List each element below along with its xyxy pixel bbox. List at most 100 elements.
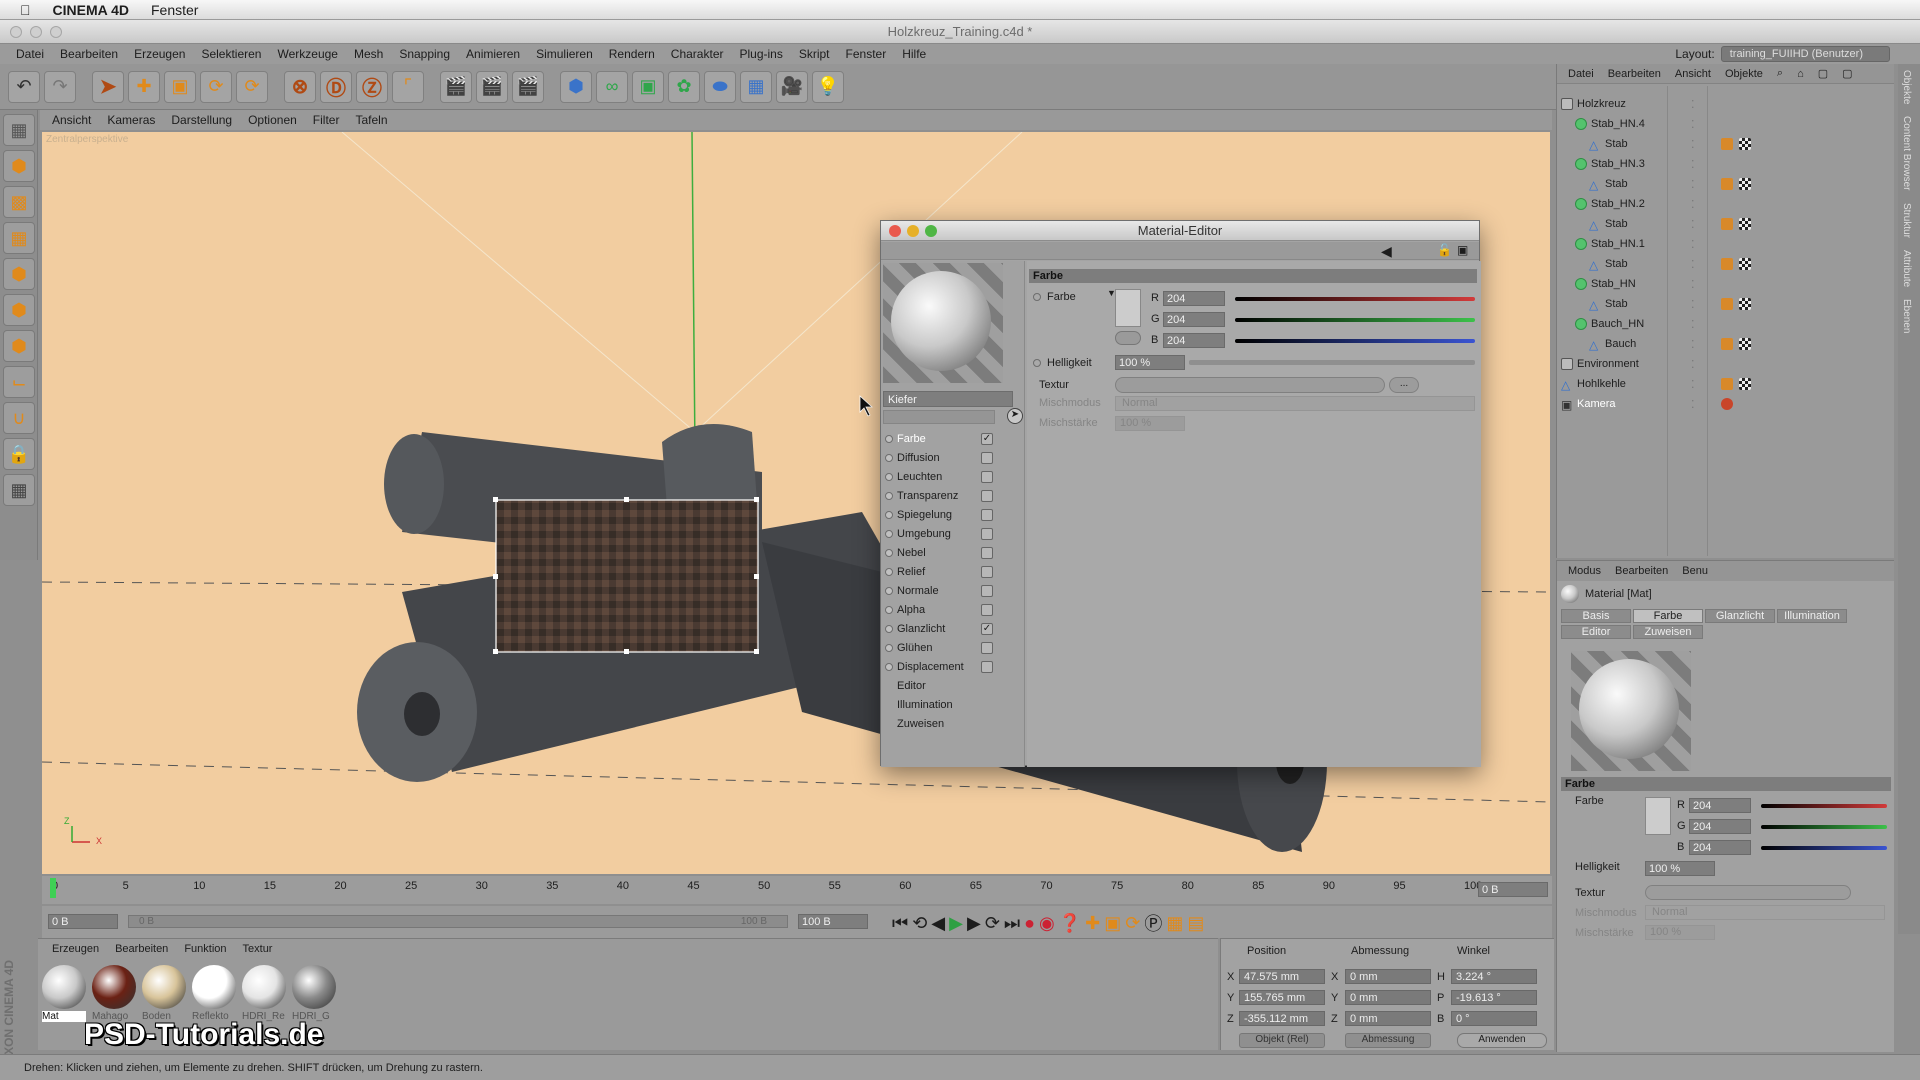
attr-color-swatch[interactable] — [1645, 797, 1671, 835]
attr-r-input[interactable]: 204 — [1689, 798, 1751, 813]
object-row[interactable]: Holzkreuz ⁚ — [1561, 94, 1891, 114]
prev-key-icon[interactable]: ⟲ — [912, 913, 927, 934]
render-settings-icon[interactable]: 🎬 — [512, 70, 544, 103]
object-row[interactable]: △ Bauch ⁚ — [1561, 334, 1891, 354]
coord-mode-dropdown[interactable]: Objekt (Rel) — [1239, 1033, 1325, 1048]
redo-icon[interactable]: ↷ — [44, 70, 76, 103]
animation-dot-icon[interactable] — [1033, 293, 1041, 301]
rotate-icon[interactable]: ⟳ — [200, 70, 232, 103]
close-icon[interactable] — [10, 26, 22, 38]
size-y-input[interactable]: 0 mm — [1345, 990, 1431, 1005]
visibility-dots-icon[interactable]: ⁚ — [1691, 198, 1715, 211]
r-slider[interactable] — [1235, 297, 1475, 301]
search-icon[interactable]: ⌕ — [1770, 67, 1790, 80]
play-icon[interactable]: ▶ — [949, 913, 963, 934]
make-editable-icon[interactable]: ▦ — [3, 114, 35, 146]
channel-illumination[interactable]: Illumination — [885, 695, 1023, 714]
material-name-input[interactable]: Kiefer — [883, 391, 1013, 407]
attr-tab-zuweisen[interactable]: Zuweisen — [1633, 625, 1703, 639]
object-menu-ansicht[interactable]: Ansicht — [1668, 68, 1718, 80]
key-param-icon[interactable]: Ⓟ — [1144, 910, 1162, 936]
menu-plug-ins[interactable]: Plug-ins — [731, 47, 790, 61]
channel-umgebung[interactable]: Umgebung — [885, 524, 1023, 543]
channel-leuchten[interactable]: Leuchten — [885, 467, 1023, 486]
key-position-icon[interactable]: ✚ — [1085, 913, 1100, 934]
attr-b-slider[interactable] — [1761, 846, 1887, 850]
y-axis-icon[interactable]: Ⓓ — [320, 70, 352, 103]
lock-icon[interactable]: 🔓 — [1437, 243, 1452, 257]
zoom-icon[interactable] — [925, 225, 937, 237]
texture-tag-icon[interactable] — [1739, 218, 1751, 230]
channel-editor[interactable]: Editor — [885, 676, 1023, 695]
object-row[interactable]: △ Hohlkehle ⁚ — [1561, 374, 1891, 394]
model-mode-icon[interactable]: ⬢ — [3, 150, 35, 182]
channel-checkbox[interactable] — [981, 527, 993, 540]
texture-tag-icon[interactable] — [1739, 138, 1751, 150]
axis-mode-icon[interactable]: ⌙ — [3, 366, 35, 398]
attr-b-input[interactable]: 204 — [1689, 840, 1751, 855]
viewport-menu-darstellung[interactable]: Darstellung — [163, 113, 240, 127]
visibility-dots-icon[interactable]: ⁚ — [1691, 118, 1715, 131]
viewport-menu-ansicht[interactable]: Ansicht — [44, 113, 99, 127]
channel-alpha[interactable]: Alpha — [885, 600, 1023, 619]
object-menu-bearbeiten[interactable]: Bearbeiten — [1601, 68, 1668, 80]
channel-checkbox[interactable] — [981, 508, 993, 521]
collapse-icon[interactable]: ▢ — [1811, 67, 1835, 80]
timeline-window-icon[interactable]: ▤ — [1187, 913, 1204, 934]
visibility-dots-icon[interactable]: ⁚ — [1691, 298, 1715, 311]
goto-start-icon[interactable]: ⏮ — [892, 913, 908, 934]
pick-icon[interactable]: ➤ — [1007, 408, 1023, 424]
end-frame-input[interactable]: 100 B — [798, 914, 868, 929]
polygons-mode-icon[interactable]: ⬢ — [3, 330, 35, 362]
channel-checkbox[interactable] — [981, 546, 993, 559]
phong-tag-icon[interactable] — [1721, 338, 1733, 350]
visibility-dots-icon[interactable]: ⁚ — [1691, 158, 1715, 171]
visibility-dots-icon[interactable]: ⁚ — [1691, 258, 1715, 271]
array-icon[interactable]: ✿ — [668, 70, 700, 103]
z-axis-icon[interactable]: Ⓩ — [356, 70, 388, 103]
channel-glühen[interactable]: Glühen — [885, 638, 1023, 657]
channel-checkbox[interactable] — [981, 641, 993, 654]
b-slider[interactable] — [1235, 339, 1475, 343]
viewport-menu-tafeln[interactable]: Tafeln — [347, 113, 395, 127]
menu-animieren[interactable]: Animieren — [458, 47, 528, 61]
mac-menu-fenster[interactable]: Fenster — [151, 2, 198, 18]
menu-erzeugen[interactable]: Erzeugen — [126, 47, 193, 61]
object-row[interactable]: △ Stab ⁚ — [1561, 174, 1891, 194]
autokey-icon[interactable]: ◉ — [1039, 913, 1055, 934]
menu-skript[interactable]: Skript — [791, 47, 838, 61]
visibility-dots-icon[interactable]: ⁚ — [1691, 378, 1715, 391]
attr-tab-farbe[interactable]: Farbe — [1633, 609, 1703, 623]
attr-g-slider[interactable] — [1761, 825, 1887, 829]
next-key-icon[interactable]: ⟳ — [985, 913, 1000, 934]
object-row[interactable]: Bauch_HN ⁚ — [1561, 314, 1891, 334]
side-tab-ebenen[interactable]: Ebenen — [1898, 293, 1915, 339]
material-preview[interactable] — [883, 263, 1003, 383]
size-z-input[interactable]: 0 mm — [1345, 1011, 1431, 1026]
side-tab-struktur[interactable]: Struktur — [1898, 197, 1915, 244]
range-slider[interactable]: 0 B 100 B — [128, 915, 788, 928]
close-icon[interactable] — [889, 225, 901, 237]
key-scale-icon[interactable]: ▣ — [1104, 913, 1121, 934]
deformer-icon[interactable]: ⬬ — [704, 70, 736, 103]
object-row[interactable]: △ Stab ⁚ — [1561, 134, 1891, 154]
material-ball[interactable] — [92, 965, 136, 1009]
mischstaerke-input[interactable]: 100 % — [1115, 416, 1185, 431]
material-ball[interactable] — [192, 965, 236, 1009]
visibility-dots-icon[interactable]: ⁚ — [1691, 338, 1715, 351]
material-subfield[interactable] — [883, 410, 995, 424]
texture-tag-icon[interactable] — [1739, 298, 1751, 310]
goto-end-icon[interactable]: ⏭ — [1004, 913, 1020, 934]
channel-checkbox[interactable] — [981, 660, 993, 673]
floor-icon[interactable]: ▦ — [740, 70, 772, 103]
spline-icon[interactable]: ∞ — [596, 70, 628, 103]
texture-tag-icon[interactable] — [1739, 338, 1751, 350]
phong-tag-icon[interactable] — [1721, 218, 1733, 230]
attr-mischmodus-dropdown[interactable]: Normal — [1645, 905, 1885, 920]
material-ball[interactable] — [42, 965, 86, 1009]
visibility-dots-icon[interactable]: ⁚ — [1691, 218, 1715, 231]
visibility-dots-icon[interactable]: ⁚ — [1691, 98, 1715, 111]
viewport-menu-optionen[interactable]: Optionen — [240, 113, 305, 127]
scale-icon[interactable]: ▣ — [164, 70, 196, 103]
channel-checkbox[interactable] — [981, 451, 993, 464]
